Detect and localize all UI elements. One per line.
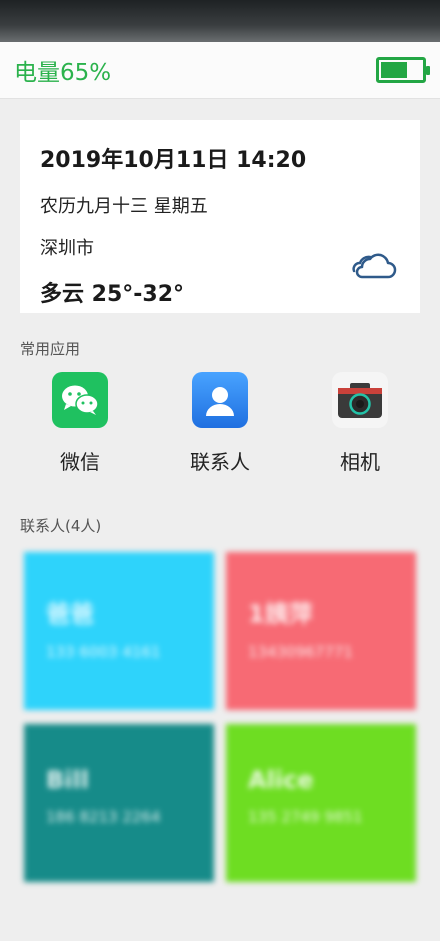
contact-name: Alice <box>248 766 314 794</box>
contact-tile[interactable]: Alice 135 2749 9851 <box>226 724 416 882</box>
battery-icon <box>376 57 430 83</box>
contact-phone: 13430967771 <box>248 643 353 661</box>
contact-tile[interactable]: Bill 186 8213 2264 <box>24 724 214 882</box>
battery-level-fill <box>381 62 407 78</box>
contact-name: Bill <box>46 766 89 794</box>
status-bar: 电量65% <box>0 42 440 99</box>
app-label: 联系人 <box>190 450 250 474</box>
contact-tile[interactable]: 爸爸 133 6003 4161 <box>24 552 214 710</box>
contact-name: 1姨萍 <box>248 600 313 628</box>
contact-name: 爸爸 <box>46 600 94 628</box>
app-label: 微信 <box>60 450 100 474</box>
weather-text: 多云 25°-32° <box>40 282 185 307</box>
contact-phone: 133 6003 4161 <box>46 643 161 661</box>
city-name: 深圳市 <box>40 238 94 259</box>
wallpaper-strip <box>0 0 440 42</box>
app-wechat[interactable]: 微信 <box>20 372 140 475</box>
contact-phone: 186 8213 2264 <box>46 808 161 826</box>
date-weather-card[interactable]: 2019年10月11日 14:20 农历九月十三 星期五 深圳市 多云 25°-… <box>20 120 420 313</box>
app-shortcuts: 微信 联系人 相机 <box>0 372 440 475</box>
contact-tile[interactable]: 1姨萍 13430967771 <box>226 552 416 710</box>
contacts-grid: 爸爸 133 6003 4161 1姨萍 13430967771 Bill 18… <box>24 552 416 884</box>
contact-phone: 135 2749 9851 <box>248 808 363 826</box>
contacts-section-title: 联系人(4人) <box>20 517 102 535</box>
camera-icon[interactable] <box>332 372 388 428</box>
lunar-date: 农历九月十三 星期五 <box>40 196 208 217</box>
wechat-icon[interactable] <box>52 372 108 428</box>
app-contacts[interactable]: 联系人 <box>160 372 280 475</box>
app-camera[interactable]: 相机 <box>300 372 420 475</box>
contacts-icon[interactable] <box>192 372 248 428</box>
apps-section-title: 常用应用 <box>20 340 81 358</box>
cloud-icon <box>352 253 397 279</box>
app-label: 相机 <box>340 450 380 474</box>
date-time: 2019年10月11日 14:20 <box>40 148 307 173</box>
battery-percentage: 电量65% <box>14 60 112 86</box>
